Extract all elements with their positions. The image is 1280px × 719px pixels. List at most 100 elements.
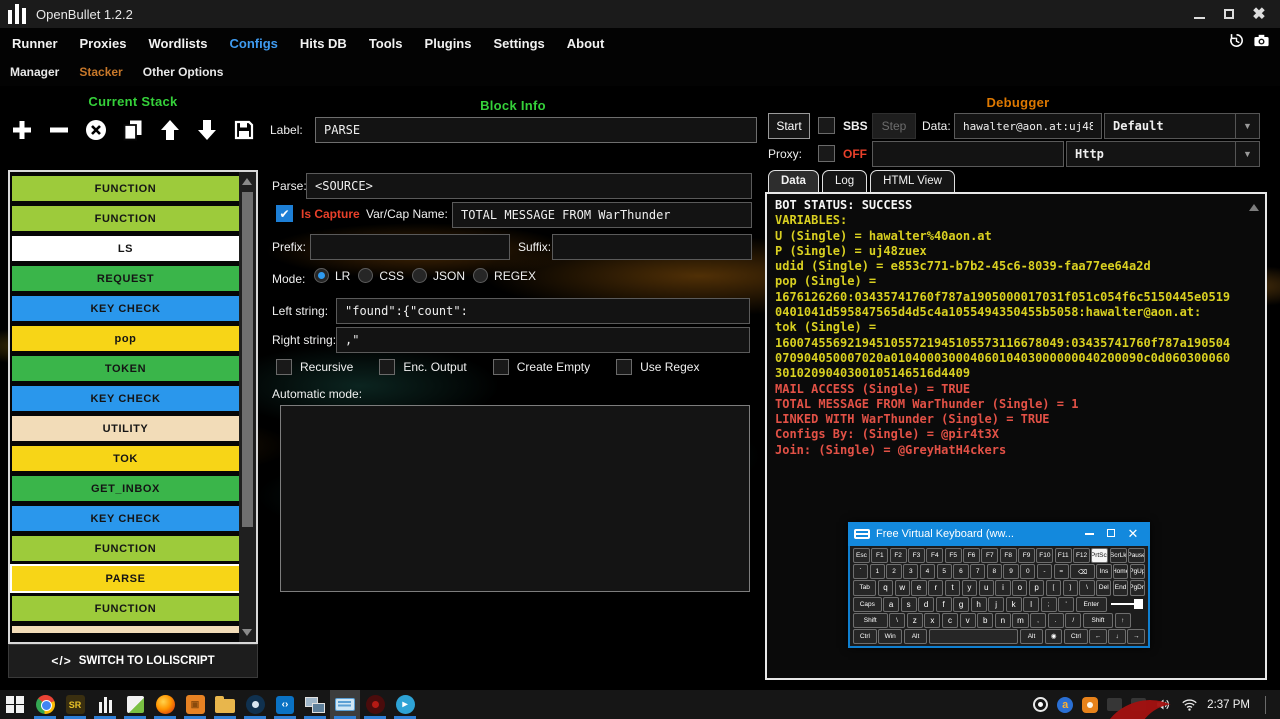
start-button[interactable]: Start: [768, 113, 810, 139]
screenclip-tray-icon[interactable]: [1033, 697, 1048, 712]
chrome-icon[interactable]: [30, 690, 60, 719]
stack-block-function[interactable]: FUNCTION: [12, 596, 239, 621]
key--[interactable]: ⌫: [1070, 564, 1094, 579]
key--[interactable]: \: [1079, 580, 1094, 595]
key-0[interactable]: 0: [1020, 564, 1035, 579]
key-2[interactable]: 2: [886, 564, 901, 579]
menu-item-runner[interactable]: Runner: [12, 36, 58, 51]
proxy-input[interactable]: [872, 141, 1064, 167]
mode-radio-lr[interactable]: LR: [314, 268, 350, 283]
a-tray-icon[interactable]: a: [1057, 697, 1073, 713]
stack-block-key-check[interactable]: KEY CHECK: [12, 386, 239, 411]
stack-block-token[interactable]: TOKEN: [12, 356, 239, 381]
save-config-button[interactable]: [232, 118, 256, 142]
parse-target-input[interactable]: [306, 173, 752, 199]
debugger-data-input[interactable]: [954, 113, 1102, 139]
key-f3[interactable]: F3: [908, 548, 925, 563]
key--[interactable]: ↑: [1115, 613, 1131, 628]
key--[interactable]: [: [1046, 580, 1061, 595]
crax-app-icon[interactable]: [360, 690, 390, 719]
key-prtscr[interactable]: PrtScr: [1091, 548, 1108, 563]
enc-output-checkbox[interactable]: [379, 359, 395, 375]
move-down-button[interactable]: [195, 118, 219, 142]
scroll-up-icon[interactable]: [1249, 204, 1259, 211]
steam-icon[interactable]: [240, 690, 270, 719]
key-f11[interactable]: F11: [1055, 548, 1072, 563]
mode-radio-css[interactable]: CSS: [358, 268, 404, 283]
key-q[interactable]: q: [878, 580, 893, 595]
volume-slider[interactable]: [1109, 597, 1145, 612]
key-a[interactable]: a: [883, 597, 899, 612]
key-g[interactable]: g: [953, 597, 969, 612]
menu-item-plugins[interactable]: Plugins: [425, 36, 472, 51]
key-z[interactable]: z: [907, 613, 923, 628]
key-9[interactable]: 9: [1003, 564, 1018, 579]
screenshot-icon[interactable]: [1253, 32, 1270, 54]
recursive-checkbox[interactable]: [276, 359, 292, 375]
close-button[interactable]: ✕: [1122, 526, 1144, 542]
menu-item-configs[interactable]: Configs: [229, 36, 277, 51]
key-8[interactable]: 8: [987, 564, 1002, 579]
key--[interactable]: ◉: [1045, 629, 1063, 644]
key-f12[interactable]: F12: [1073, 548, 1090, 563]
key-h[interactable]: h: [971, 597, 987, 612]
emulator-icon[interactable]: ▣: [180, 690, 210, 719]
key-5[interactable]: 5: [937, 564, 952, 579]
key-4[interactable]: 4: [920, 564, 935, 579]
key-b[interactable]: b: [977, 613, 993, 628]
key-scrlk[interactable]: ScrLk: [1110, 548, 1127, 563]
key-c[interactable]: c: [942, 613, 958, 628]
create-empty-checkbox[interactable]: [493, 359, 509, 375]
key-6[interactable]: 6: [953, 564, 968, 579]
telegram-icon[interactable]: ▸: [390, 690, 420, 719]
key-pgup[interactable]: PgUp: [1130, 564, 1145, 579]
scrollbar-thumb[interactable]: [242, 192, 253, 527]
sbs-checkbox[interactable]: [818, 117, 835, 134]
key-s[interactable]: s: [901, 597, 917, 612]
stack-block-request[interactable]: REQUEST: [12, 266, 239, 291]
start-button[interactable]: [0, 690, 30, 719]
stack-block-tok[interactable]: TOK: [12, 446, 239, 471]
key--[interactable]: ,: [1030, 613, 1046, 628]
key-home[interactable]: Home: [1113, 564, 1128, 579]
key-end[interactable]: End: [1113, 580, 1128, 595]
wordlist-type-dropdown[interactable]: Default ▼: [1104, 113, 1260, 139]
submenu-item-manager[interactable]: Manager: [10, 65, 59, 79]
key-u[interactable]: u: [979, 580, 994, 595]
stack-block-parse[interactable]: PARSE: [12, 566, 239, 591]
stack-block-ls[interactable]: LS: [12, 236, 239, 261]
firefox-icon[interactable]: [150, 690, 180, 719]
key-alt[interactable]: Alt: [904, 629, 928, 644]
stack-block-key-check[interactable]: KEY CHECK: [12, 506, 239, 531]
close-button[interactable]: ✖: [1246, 4, 1272, 24]
vscode-icon[interactable]: ‹›: [270, 690, 300, 719]
suffix-input[interactable]: [552, 234, 752, 260]
mode-radio-json[interactable]: JSON: [412, 268, 465, 283]
clear-stack-button[interactable]: [84, 118, 108, 142]
key--[interactable]: \: [889, 613, 905, 628]
right-string-input[interactable]: [336, 327, 750, 353]
move-up-button[interactable]: [158, 118, 182, 142]
submenu-item-other-options[interactable]: Other Options: [143, 65, 224, 79]
key-x[interactable]: x: [924, 613, 940, 628]
minimize-button[interactable]: [1186, 4, 1212, 24]
minimize-button[interactable]: [1078, 528, 1100, 540]
key-f2[interactable]: F2: [890, 548, 907, 563]
stack-block-utility[interactable]: UTILITY: [12, 416, 239, 441]
key-pause[interactable]: Pause: [1128, 548, 1145, 563]
file-explorer-icon[interactable]: [210, 690, 240, 719]
key-ctrl[interactable]: Ctrl: [853, 629, 877, 644]
stack-block-get-inbox[interactable]: GET_INBOX: [12, 476, 239, 501]
key-e[interactable]: e: [911, 580, 926, 595]
stack-block-function[interactable]: FUNCTION: [12, 536, 239, 561]
key--[interactable]: ': [1058, 597, 1074, 612]
key-d[interactable]: d: [918, 597, 934, 612]
menu-item-wordlists[interactable]: Wordlists: [148, 36, 207, 51]
key--[interactable]: ;: [1041, 597, 1057, 612]
automatic-mode-textarea[interactable]: [280, 405, 750, 592]
key-v[interactable]: v: [960, 613, 976, 628]
key-p[interactable]: p: [1029, 580, 1044, 595]
add-block-button[interactable]: [10, 118, 34, 142]
debugger-tab-log[interactable]: Log: [822, 170, 867, 192]
key-shift[interactable]: Shift: [1083, 613, 1113, 628]
